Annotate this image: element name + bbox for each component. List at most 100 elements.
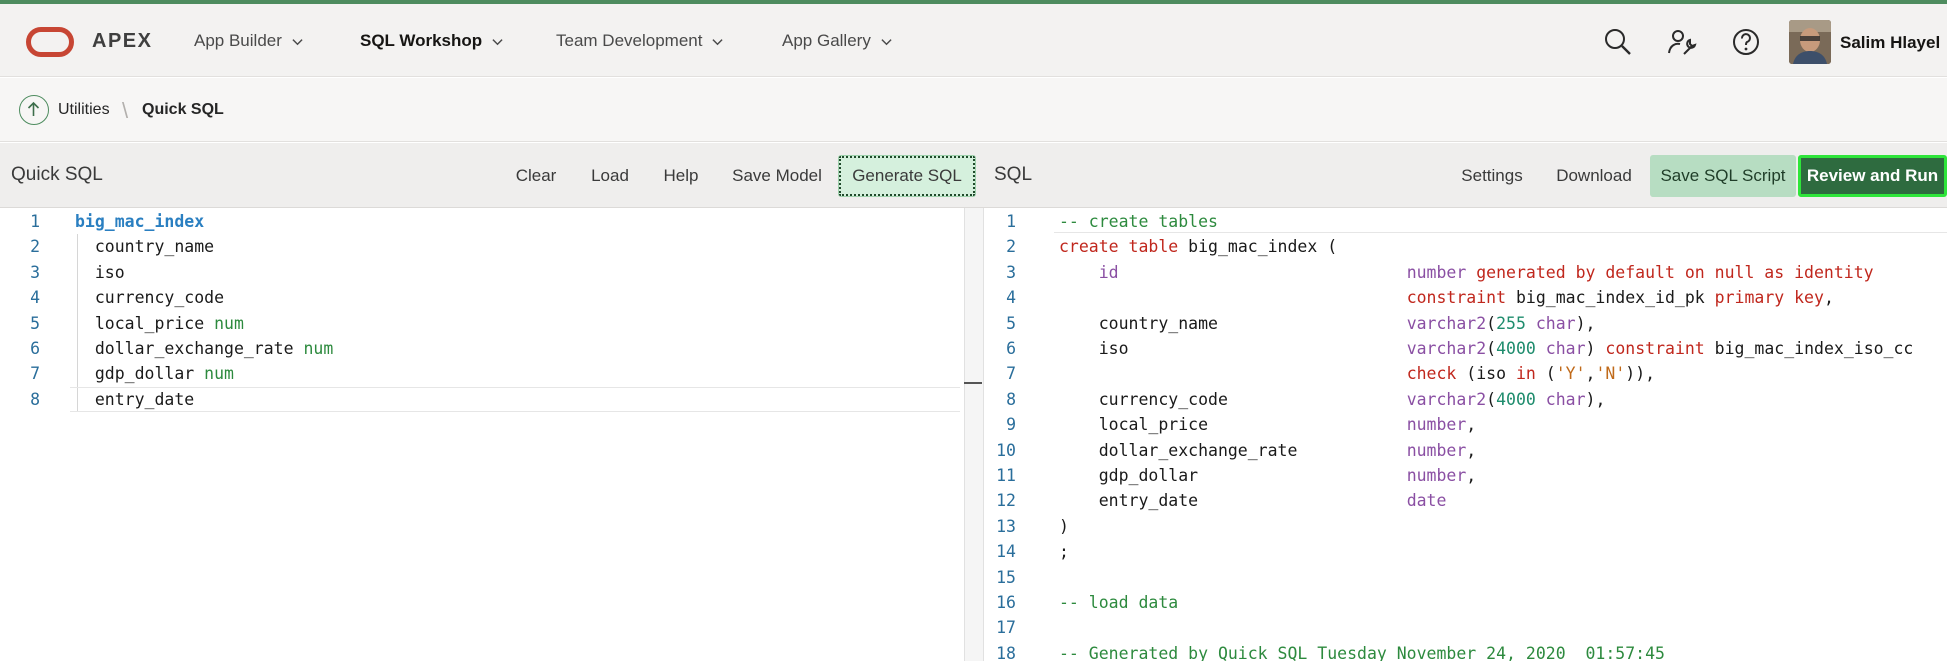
code-line[interactable]: 15 [984, 565, 1947, 590]
nav-app-gallery[interactable]: App Gallery [782, 31, 892, 51]
code-token: entry_date [1059, 491, 1407, 511]
line-number: 13 [996, 516, 1016, 536]
wrench-user-icon[interactable] [1666, 26, 1698, 58]
code-line[interactable]: 13) [984, 514, 1947, 539]
code-token: ) [1585, 339, 1606, 358]
code-token: local_price [75, 313, 215, 333]
code-token: country_name [1059, 313, 1407, 333]
active-line-highlight [1054, 208, 1947, 233]
code-token: ), [1575, 313, 1596, 333]
breadcrumb-current: Quick SQL [142, 101, 224, 118]
code-line[interactable]: 2 create table big_mac_index ( [984, 234, 1947, 259]
code-line[interactable]: 3 iso [0, 260, 964, 285]
code-line[interactable]: 7 gdp_dollar num [0, 361, 964, 386]
save-model-button[interactable]: Save Model [722, 155, 832, 197]
code-line[interactable]: 6 iso varchar2(4000 char) constraint big… [984, 336, 1947, 361]
code-line[interactable]: 6 dollar_exchange_rate num [0, 336, 964, 361]
code-line[interactable]: 4 currency_code [0, 285, 964, 310]
save-sql-script-button[interactable]: Save SQL Script [1650, 155, 1796, 197]
review-and-run-button[interactable]: Review and Run [1798, 155, 1947, 197]
code-line[interactable]: 8 currency_code varchar2(4000 char), [984, 387, 1947, 412]
quick-sql-editor[interactable]: 1 big_mac_index 2 country_name 3 iso 4 curre… [0, 208, 964, 661]
avatar[interactable] [1789, 20, 1831, 64]
code-text: -- load data [1059, 590, 1178, 615]
breadcrumb-utilities-link[interactable]: Utilities [58, 101, 110, 119]
code-token: -- load data [1059, 593, 1179, 612]
code-line[interactable]: 4 constraint big_mac_index_id_pk primary… [984, 285, 1947, 310]
code-token: ( [1486, 339, 1497, 358]
code-line[interactable]: 11 gdp_dollar number, [984, 463, 1947, 488]
line-number: 7 [30, 364, 40, 384]
code-text: currency_code [75, 285, 224, 310]
download-button[interactable]: Download [1547, 155, 1641, 197]
code-line[interactable]: 1 big_mac_index [0, 209, 964, 234]
code-token: , [1466, 415, 1477, 435]
nav-sql-workshop[interactable]: SQL Workshop [360, 31, 503, 51]
user-name[interactable]: Salim Hlayel [1840, 33, 1940, 53]
code-token: gdp_dollar [1059, 466, 1407, 485]
code-line[interactable]: 18 -- Generated by Quick SQL Tuesday Nove… [984, 641, 1947, 661]
line-number: 17 [996, 618, 1016, 638]
code-text: dollar_exchange_rate num [75, 336, 333, 361]
app-header: APEX App Builder SQL Workshop Team Devel… [0, 4, 1947, 77]
code-token: primary key [1714, 288, 1824, 308]
line-number: 1 [1006, 212, 1016, 231]
line-number: 4 [30, 288, 40, 308]
code-token: local_price [1059, 415, 1407, 435]
code-token: num [204, 364, 234, 384]
code-token: num [303, 339, 334, 358]
code-line[interactable]: 5 local_price num [0, 311, 964, 336]
chevron-down-icon [881, 38, 892, 45]
oracle-logo-icon[interactable] [26, 27, 74, 57]
line-number: 9 [1006, 415, 1016, 435]
code-text: country_name [75, 234, 214, 259]
sql-output-editor[interactable]: 1 -- create tables 2 create table big_mac_i… [984, 208, 1947, 661]
code-token: dollar_exchange_rate [75, 339, 304, 358]
code-line[interactable]: 14; [984, 539, 1947, 564]
code-text: big_mac_index [75, 209, 204, 234]
code-token: 4000 [1496, 339, 1536, 358]
code-line[interactable]: 17 [984, 615, 1947, 640]
line-number: 3 [30, 262, 40, 282]
code-text: gdp_dollar number, [1059, 463, 1477, 488]
chevron-down-icon [712, 38, 724, 45]
code-line[interactable]: 9 local_price number, [984, 412, 1947, 437]
code-token: big_mac_index ( [1178, 237, 1338, 257]
help-button[interactable]: Help [652, 155, 710, 197]
code-token: ( [1486, 313, 1497, 333]
code-text: entry_date date [1059, 488, 1447, 513]
editor-splitter[interactable] [964, 208, 984, 661]
code-token: ( [1535, 364, 1556, 384]
code-token: check [1406, 364, 1457, 384]
line-number: 2 [1006, 237, 1016, 257]
code-line[interactable]: 12 entry_date date [984, 488, 1947, 513]
load-button[interactable]: Load [580, 155, 640, 197]
code-text: -- Generated by Quick SQL Tuesday Novemb… [1059, 641, 1665, 661]
code-line[interactable]: 10 dollar_exchange_rate number, [984, 438, 1947, 463]
code-line[interactable]: 16 -- load data [984, 590, 1947, 615]
code-line[interactable]: 7 check (iso in ('Y','N')), [984, 361, 1947, 386]
brand-name[interactable]: APEX [92, 30, 152, 53]
chevron-down-icon [492, 38, 503, 45]
code-token: char [1535, 339, 1586, 358]
code-line[interactable]: 2 country_name [0, 234, 964, 259]
code-text: currency_code varchar2(4000 char), [1059, 387, 1606, 412]
code-token: constraint [1406, 288, 1507, 308]
help-icon[interactable] [1730, 26, 1762, 58]
settings-button[interactable]: Settings [1450, 155, 1534, 197]
nav-team-development[interactable]: Team Development [556, 31, 724, 51]
code-token: dollar_exchange_rate [1059, 440, 1407, 460]
scrollbar-thumb[interactable] [964, 382, 982, 384]
line-number: 1 [30, 212, 40, 231]
code-line[interactable]: 5 country_name varchar2(255 char), [984, 311, 1947, 336]
code-token: generated by default on null as identity [1466, 262, 1874, 282]
clear-button[interactable]: Clear [504, 155, 568, 197]
code-token: 255 [1496, 313, 1526, 333]
code-line[interactable]: 3 id number generated by default on null… [984, 260, 1947, 285]
generate-sql-button[interactable]: Generate SQL [838, 155, 976, 197]
search-icon[interactable] [1602, 26, 1634, 58]
navigate-up-button[interactable] [19, 95, 49, 125]
nav-app-builder[interactable]: App Builder [194, 31, 303, 51]
user-photo-icon [1789, 20, 1831, 64]
code-token: , [1585, 364, 1596, 384]
